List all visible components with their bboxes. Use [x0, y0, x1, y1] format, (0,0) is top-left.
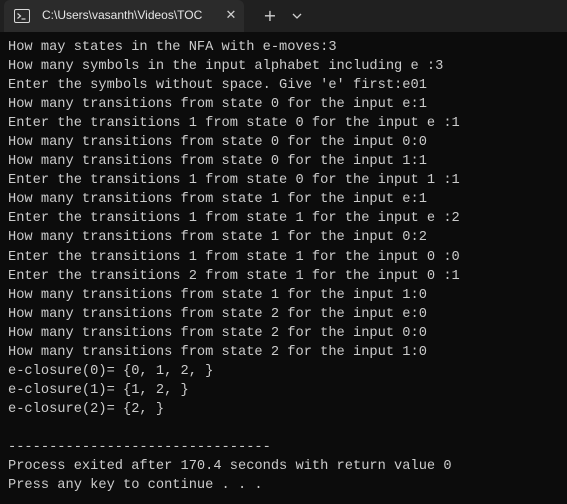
close-tab-button[interactable]: ✕ [222, 7, 240, 25]
console-line: How many transitions from state 0 for th… [8, 97, 427, 113]
console-line: How many transitions from state 1 for th… [8, 230, 427, 246]
plus-icon: + [263, 6, 277, 25]
console-line: Enter the transitions 1 from state 0 for… [8, 173, 460, 189]
tab-console[interactable]: C:\Users\vasanth\Videos\TOC ✕ [4, 0, 244, 32]
console-line: How may states in the NFA with e-moves:3 [8, 40, 337, 55]
console-line: How many transitions from state 2 for th… [8, 344, 427, 360]
console-line: Press any key to continue . . . [8, 478, 263, 494]
console-line: How many transitions from state 1 for th… [8, 287, 427, 303]
console-line: How many transitions from state 0 for th… [8, 135, 427, 151]
console-line: Enter the transitions 2 from state 1 for… [8, 268, 460, 284]
console-output[interactable]: How may states in the NFA with e-moves:3… [8, 38, 563, 495]
console-line: How many transitions from state 1 for th… [8, 192, 427, 208]
console-line: Enter the transitions 1 from state 1 for… [8, 211, 460, 227]
console-line: Enter the transitions 1 from state 0 for… [8, 116, 460, 132]
console-line: How many transitions from state 0 for th… [8, 154, 427, 170]
terminal-icon [14, 9, 30, 23]
console-line: -------------------------------- [8, 439, 271, 455]
title-bar[interactable]: C:\Users\vasanth\Videos\TOC ✕ + [0, 0, 567, 32]
console-line: How many symbols in the input alphabet i… [8, 59, 444, 75]
new-tab-button[interactable]: + [260, 6, 280, 26]
close-icon: ✕ [225, 8, 237, 23]
console-line: How many transitions from state 2 for th… [8, 325, 427, 341]
console-line: How many transitions from state 2 for th… [8, 306, 427, 322]
console-line: e-closure(0)= {0, 1, 2, } [8, 363, 214, 379]
console-line: e-closure(1)= {1, 2, } [8, 382, 189, 398]
console-line: Enter the symbols without space. Give 'e… [8, 78, 427, 94]
console-line: Process exited after 170.4 seconds with … [8, 459, 452, 475]
chevron-down-icon[interactable] [289, 8, 305, 24]
console-line: e-closure(2)= {2, } [8, 401, 165, 417]
console-line: Enter the transitions 1 from state 1 for… [8, 249, 460, 265]
terminal-window: C:\Users\vasanth\Videos\TOC ✕ + How may … [0, 0, 567, 504]
tab-title: C:\Users\vasanth\Videos\TOC [42, 8, 203, 22]
